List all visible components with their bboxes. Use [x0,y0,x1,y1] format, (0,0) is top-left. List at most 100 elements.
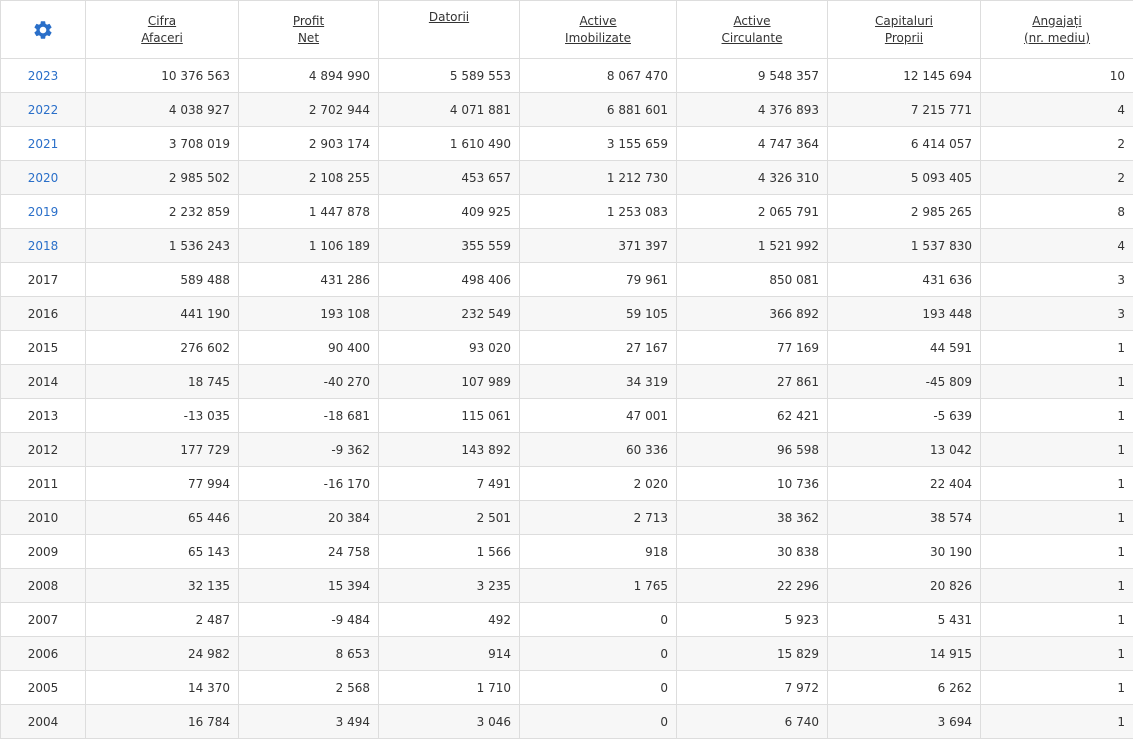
cell-capitaluri-proprii: 5 093 405 [828,161,981,195]
cell-active-circulante: 22 296 [677,569,828,603]
cell-angajati: 8 [981,195,1133,229]
col-header-line2: (nr. mediu) [1024,31,1090,45]
cell-profit-net: 90 400 [239,331,379,365]
cell-active-circulante: 4 326 310 [677,161,828,195]
year-link[interactable]: 2019 [1,195,86,229]
col-header-angajati[interactable]: Angajați(nr. mediu) [981,1,1133,59]
cell-profit-net: 24 758 [239,535,379,569]
cell-cifra-afaceri: 14 370 [86,671,239,705]
cell-active-circulante: 366 892 [677,297,828,331]
cell-datorii: 355 559 [379,229,520,263]
gear-icon [32,19,54,41]
cell-capitaluri-proprii: -5 639 [828,399,981,433]
cell-capitaluri-proprii: 22 404 [828,467,981,501]
cell-profit-net: 1 447 878 [239,195,379,229]
cell-cifra-afaceri: -13 035 [86,399,239,433]
cell-profit-net: 15 394 [239,569,379,603]
cell-cifra-afaceri: 4 038 927 [86,93,239,127]
table-row: 201177 994-16 1707 4912 02010 73622 4041 [1,467,1133,501]
col-header-active-circulante[interactable]: ActiveCirculante [677,1,828,59]
table-row: 201065 44620 3842 5012 71338 36238 5741 [1,501,1133,535]
cell-active-circulante: 10 736 [677,467,828,501]
table-row: 20224 038 9272 702 9444 071 8816 881 601… [1,93,1133,127]
cell-cifra-afaceri: 65 143 [86,535,239,569]
cell-datorii: 1 566 [379,535,520,569]
cell-capitaluri-proprii: 13 042 [828,433,981,467]
cell-datorii: 409 925 [379,195,520,229]
cell-angajati: 2 [981,127,1133,161]
cell-angajati: 1 [981,535,1133,569]
cell-active-circulante: 62 421 [677,399,828,433]
year-cell: 2008 [1,569,86,603]
cell-datorii: 143 892 [379,433,520,467]
cell-capitaluri-proprii: 6 414 057 [828,127,981,161]
year-link[interactable]: 2023 [1,59,86,93]
cell-active-imobilizate: 8 067 470 [520,59,677,93]
cell-angajati: 1 [981,705,1133,739]
year-cell: 2012 [1,433,86,467]
col-header-active-imobilizate[interactable]: ActiveImobilizate [520,1,677,59]
cell-angajati: 4 [981,93,1133,127]
col-header-capitaluri-proprii[interactable]: CapitaluriProprii [828,1,981,59]
cell-profit-net: 4 894 990 [239,59,379,93]
cell-profit-net: -16 170 [239,467,379,501]
year-link[interactable]: 2018 [1,229,86,263]
cell-active-imobilizate: 0 [520,637,677,671]
cell-active-imobilizate: 60 336 [520,433,677,467]
cell-profit-net: 431 286 [239,263,379,297]
cell-cifra-afaceri: 3 708 019 [86,127,239,161]
year-cell: 2015 [1,331,86,365]
cell-cifra-afaceri: 2 232 859 [86,195,239,229]
col-header-datorii[interactable]: Datorii [379,1,520,59]
cell-active-circulante: 27 861 [677,365,828,399]
table-row: 20181 536 2431 106 189355 559371 3971 52… [1,229,1133,263]
col-header-line1: Cifra [148,14,176,28]
cell-active-imobilizate: 1 253 083 [520,195,677,229]
cell-profit-net: 193 108 [239,297,379,331]
cell-angajati: 1 [981,467,1133,501]
cell-angajati: 1 [981,399,1133,433]
year-link[interactable]: 2020 [1,161,86,195]
cell-active-circulante: 5 923 [677,603,828,637]
table-row: 200832 13515 3943 2351 76522 29620 8261 [1,569,1133,603]
col-header-line1: Active [733,14,770,28]
cell-active-circulante: 7 972 [677,671,828,705]
year-cell: 2005 [1,671,86,705]
cell-profit-net: 2 702 944 [239,93,379,127]
cell-profit-net: 20 384 [239,501,379,535]
cell-datorii: 232 549 [379,297,520,331]
cell-cifra-afaceri: 2 985 502 [86,161,239,195]
cell-cifra-afaceri: 32 135 [86,569,239,603]
cell-angajati: 3 [981,263,1133,297]
table-body: 202310 376 5634 894 9905 589 5538 067 47… [1,59,1133,739]
cell-datorii: 3 046 [379,705,520,739]
col-header-profit-net[interactable]: ProfitNet [239,1,379,59]
cell-capitaluri-proprii: 431 636 [828,263,981,297]
year-cell: 2016 [1,297,86,331]
cell-active-imobilizate: 34 319 [520,365,677,399]
col-header-line1: Datorii [429,10,469,24]
cell-datorii: 492 [379,603,520,637]
cell-active-circulante: 850 081 [677,263,828,297]
cell-angajati: 1 [981,569,1133,603]
cell-angajati: 3 [981,297,1133,331]
cell-active-circulante: 77 169 [677,331,828,365]
cell-cifra-afaceri: 65 446 [86,501,239,535]
settings-button[interactable] [1,1,86,59]
cell-active-imobilizate: 79 961 [520,263,677,297]
cell-profit-net: -9 362 [239,433,379,467]
cell-active-imobilizate: 918 [520,535,677,569]
cell-datorii: 3 235 [379,569,520,603]
year-cell: 2004 [1,705,86,739]
col-header-line1: Profit [293,14,324,28]
cell-active-circulante: 2 065 791 [677,195,828,229]
table-row: 200624 9828 653914015 82914 9151 [1,637,1133,671]
year-link[interactable]: 2021 [1,127,86,161]
year-link[interactable]: 2022 [1,93,86,127]
table-row: 20213 708 0192 903 1741 610 4903 155 659… [1,127,1133,161]
cell-datorii: 5 589 553 [379,59,520,93]
cell-datorii: 1 610 490 [379,127,520,161]
cell-active-circulante: 96 598 [677,433,828,467]
col-header-cifra-afaceri[interactable]: CifraAfaceri [86,1,239,59]
cell-cifra-afaceri: 177 729 [86,433,239,467]
